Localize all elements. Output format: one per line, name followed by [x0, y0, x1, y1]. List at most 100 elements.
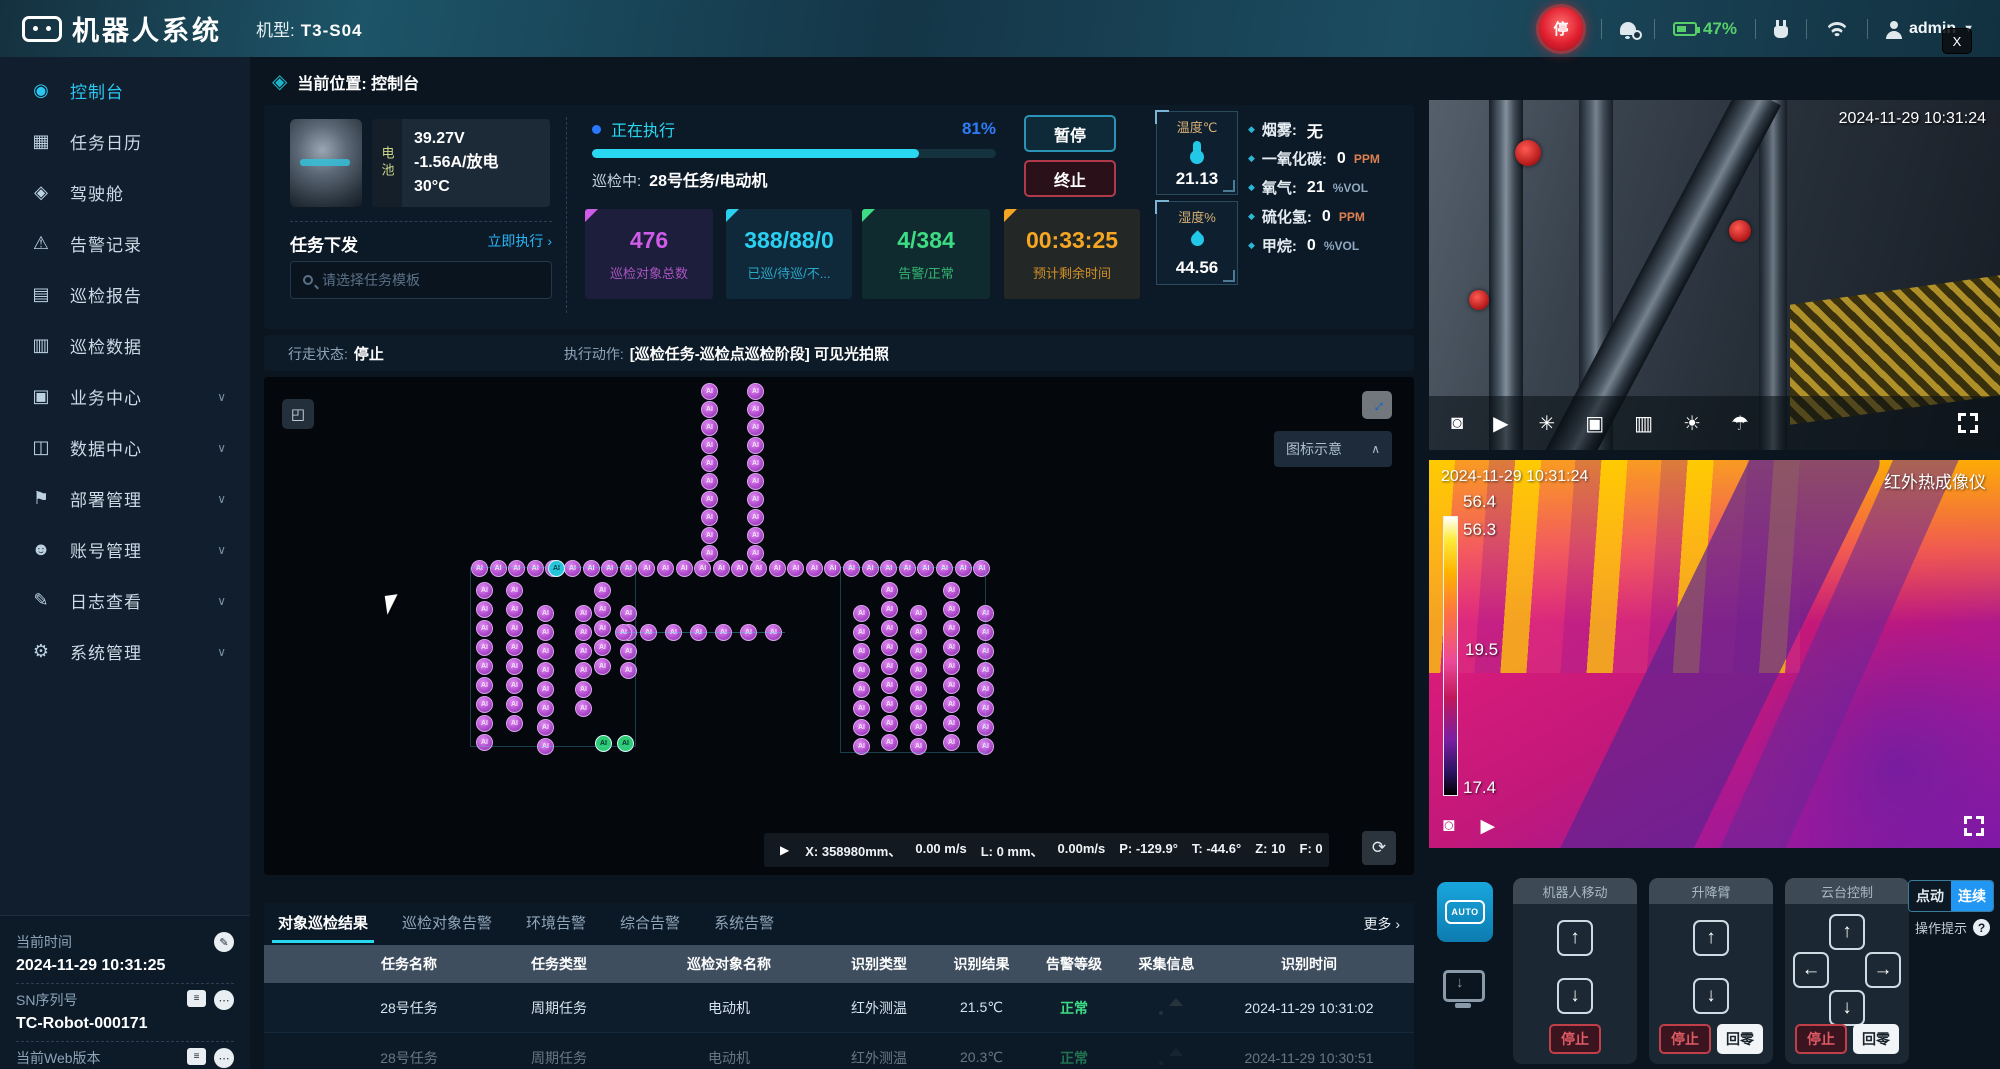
device-icon[interactable]: ▣ — [1585, 411, 1604, 436]
task-template-select[interactable]: 请选择任务模板 — [290, 261, 552, 299]
sidebar-item-alarm-record[interactable]: ⚠告警记录 — [0, 218, 250, 269]
emergency-stop-button[interactable]: 停 — [1539, 7, 1583, 51]
arrow-up-button[interactable]: ↑ — [1557, 920, 1593, 956]
sidebar-item-log-view[interactable]: ✎日志查看∨ — [0, 575, 250, 626]
more-icon[interactable]: ⋯ — [214, 1048, 234, 1068]
zero-button[interactable]: 回零 — [1717, 1024, 1763, 1054]
stop-button[interactable]: 停止 — [1549, 1024, 1601, 1054]
charging-plug-icon[interactable] — [1774, 26, 1788, 38]
continuous-mode[interactable]: 连续 — [1951, 881, 1993, 911]
inspection-point-node[interactable]: AI — [769, 560, 786, 577]
help-icon[interactable]: ? — [1973, 919, 1990, 936]
copy-icon[interactable]: ≡ — [187, 1048, 206, 1065]
audio-icon[interactable]: ▥ — [1634, 411, 1653, 436]
inspection-point-node[interactable]: AI — [747, 473, 764, 490]
camera-icon[interactable]: ◙ — [1451, 412, 1463, 435]
visible-camera-feed[interactable]: 2024-11-29 10:31:24 ◙▶✳▣▥☀☂ — [1429, 100, 2000, 450]
sidebar-item-system-management[interactable]: ⚙系统管理∨ — [0, 626, 250, 677]
thermal-camera-feed[interactable]: 2024-11-29 10:31:24 红外热成像仪 56.4 56.3 19.… — [1429, 460, 2000, 848]
map-reset-button[interactable]: ⟳ — [1362, 831, 1396, 865]
inspection-point-node[interactable]: AI — [750, 560, 767, 577]
sidebar-item-inspection-data[interactable]: ▥巡检数据 — [0, 320, 250, 371]
inspection-point-node[interactable]: AI — [701, 419, 718, 436]
inspection-point-node[interactable]: AI — [657, 560, 674, 577]
sidebar-item-business-center[interactable]: ▣业务中心∨ — [0, 371, 250, 422]
stop-button[interactable]: 停止 — [1659, 1024, 1711, 1054]
more-link[interactable]: 更多 › — [1363, 914, 1400, 934]
inspection-point-node[interactable]: AI — [747, 437, 764, 454]
inspection-point-node[interactable]: AI — [824, 560, 841, 577]
zero-button[interactable]: 回零 — [1853, 1024, 1899, 1054]
inspection-point-node[interactable]: AI — [713, 560, 730, 577]
inspection-point-node[interactable]: AI — [701, 383, 718, 400]
jog-mode[interactable]: 点动 — [1909, 881, 1951, 911]
inspection-point-node[interactable]: AI — [701, 455, 718, 472]
inspection-point-node[interactable]: AI — [747, 509, 764, 526]
sidebar-item-task-calendar[interactable]: ▦任务日历 — [0, 116, 250, 167]
alarm-bell-icon[interactable] — [1620, 22, 1636, 35]
inspection-point-node[interactable]: AI — [747, 401, 764, 418]
wifi-icon[interactable] — [1825, 20, 1849, 38]
tab-环境告警[interactable]: 环境告警 — [526, 912, 586, 937]
inspection-map[interactable]: AIAIAIAIAIAIAIAIAIAIAIAIAIAIAIAIAIAIAIAI… — [264, 377, 1414, 875]
play-icon[interactable]: ▶ — [780, 843, 789, 857]
tab-巡检对象告警[interactable]: 巡检对象告警 — [402, 912, 492, 937]
edit-icon[interactable]: ✎ — [214, 932, 234, 952]
arrow-up-button[interactable]: ↑ — [1829, 914, 1865, 950]
inspection-point-node[interactable]: AI — [701, 437, 718, 454]
jog-continuous-toggle[interactable]: 点动 连续 — [1908, 880, 1994, 912]
execute-now-link[interactable]: 立即执行 › — [487, 231, 552, 256]
sidebar-item-cockpit[interactable]: ◈驾驶舱 — [0, 167, 250, 218]
inspection-point-node[interactable]: AI — [694, 560, 711, 577]
inspection-point-node[interactable]: AI — [747, 455, 764, 472]
sidebar-item-deploy-management[interactable]: ⚑部署管理∨ — [0, 473, 250, 524]
inspection-point-node[interactable]: AI — [747, 527, 764, 544]
video-icon[interactable]: ▶ — [1493, 411, 1508, 436]
arrow-down-button[interactable]: ↓ — [1557, 978, 1593, 1014]
camera-icon[interactable]: ◙ — [1443, 815, 1454, 838]
inspection-point-node[interactable]: AI — [747, 419, 764, 436]
tab-综合告警[interactable]: 综合告警 — [620, 912, 680, 937]
table-row[interactable]: 28号任务周期任务电动机红外测温21.5℃正常2024-11-29 10:31:… — [264, 983, 1414, 1033]
fullscreen-icon[interactable] — [1964, 816, 1984, 836]
sidebar-item-data-center[interactable]: ◫数据中心∨ — [0, 422, 250, 473]
fan-icon[interactable]: ✳ — [1538, 411, 1555, 436]
arrow-down-button[interactable]: ↓ — [1693, 978, 1729, 1014]
inspection-point-node[interactable]: AI — [701, 527, 718, 544]
inspection-point-node[interactable]: AI — [701, 473, 718, 490]
tab-系统告警[interactable]: 系统告警 — [714, 912, 774, 937]
more-icon[interactable]: ⋯ — [214, 990, 234, 1010]
video-icon[interactable]: ▶ — [1480, 815, 1495, 838]
inspection-point-node[interactable]: AI — [806, 560, 823, 577]
map-layers-button[interactable]: ◰ — [282, 399, 314, 429]
arrow-up-button[interactable]: ↑ — [1693, 920, 1729, 956]
legend-dropdown[interactable]: 图标示意 ∧ — [1274, 431, 1392, 467]
arrow-right-button[interactable]: → — [1865, 952, 1901, 988]
fullscreen-icon[interactable] — [1958, 413, 1978, 433]
inspection-point-node[interactable]: AI — [787, 560, 804, 577]
copy-icon[interactable]: ≡ — [187, 990, 206, 1007]
auto-mode-button[interactable]: AUTO — [1437, 882, 1493, 942]
table-row[interactable]: 28号任务周期任务电动机红外测温20.3℃正常2024-11-29 10:30:… — [264, 1033, 1414, 1069]
sidebar-item-account-management[interactable]: ☻账号管理∨ — [0, 524, 250, 575]
light-icon[interactable]: ☀ — [1683, 411, 1701, 436]
inspection-point-node[interactable]: AI — [701, 401, 718, 418]
inspection-point-node[interactable]: AI — [747, 491, 764, 508]
pause-button[interactable]: 暂停 — [1024, 115, 1116, 152]
monitor-icon[interactable] — [1443, 970, 1485, 1002]
inspection-point-node[interactable]: AI — [676, 560, 693, 577]
inspection-point-node[interactable]: AI — [747, 383, 764, 400]
sidebar-item-console[interactable]: ◉控制台 — [0, 65, 250, 116]
tab-对象巡检结果[interactable]: 对象巡检结果 — [278, 912, 368, 937]
map-expand-button[interactable]: ↔ — [1362, 391, 1392, 419]
inspection-point-node[interactable]: AI — [731, 560, 748, 577]
arrow-left-button[interactable]: ← — [1793, 952, 1829, 988]
inspection-point-node[interactable]: AI — [701, 491, 718, 508]
terminate-button[interactable]: 终止 — [1024, 160, 1116, 197]
wiper-icon[interactable]: ☂ — [1731, 411, 1749, 436]
sidebar-item-inspection-report[interactable]: ▤巡检报告 — [0, 269, 250, 320]
inspection-point-node[interactable]: AI — [701, 509, 718, 526]
arrow-down-button[interactable]: ↓ — [1829, 990, 1865, 1026]
inspection-point-node[interactable]: AI — [638, 560, 655, 577]
stop-button[interactable]: 停止 — [1795, 1024, 1847, 1054]
